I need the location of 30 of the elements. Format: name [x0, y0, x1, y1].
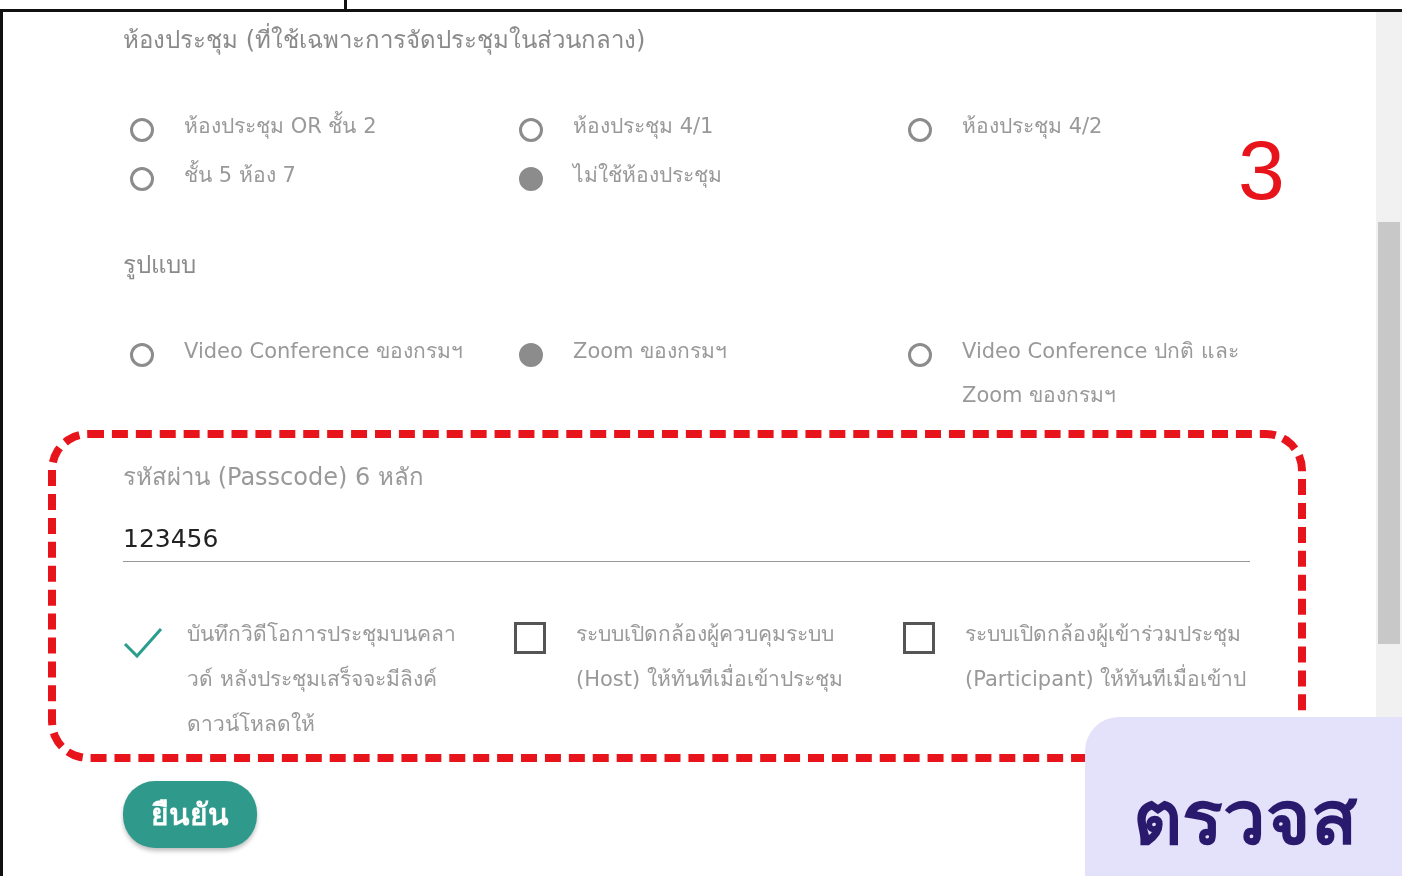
- step-number: 3: [1238, 122, 1285, 219]
- radio-button[interactable]: [519, 118, 543, 142]
- scrollbar[interactable]: [1376, 12, 1402, 717]
- radio-button[interactable]: [519, 167, 543, 191]
- checkbox-label: ระบบเปิดกล้องผู้เข้าร่วมประชุม (Participant) ให้ทันทีเมื่อเข้าป: [965, 621, 1248, 693]
- radio-label: ชั้น 5 ห้อง 7: [184, 153, 474, 197]
- checkbox[interactable]: [903, 622, 935, 654]
- radio-button[interactable]: [130, 118, 154, 142]
- radio-button[interactable]: [908, 343, 932, 367]
- section-title: ห้องประชุม (ที่ใช้เฉพาะการจัดประชุมในส่วนกลาง): [123, 12, 1376, 68]
- radio-button[interactable]: [130, 343, 154, 367]
- radio-label: Zoom ของกรมฯ: [573, 338, 729, 365]
- checkbox-label: บันทึกวิดีโอการประชุมบนคลาวด์ หลังประชุมเสร็จจะมีลิงค์ดาวน์โหลดให้: [187, 621, 457, 738]
- radio-label: ห้องประชุม 4/1: [573, 113, 715, 141]
- radio-button[interactable]: [130, 167, 154, 191]
- radio-label: ห้องประชุม 4/2: [962, 113, 1104, 141]
- overlay-caption: ตรวจส: [1085, 717, 1402, 876]
- radio-label: Video Conference ปกติ และ Zoom ของกรมฯ: [962, 338, 1240, 409]
- radio-button[interactable]: [519, 343, 543, 367]
- scrollbar-thumb[interactable]: [1378, 222, 1400, 644]
- passcode-field[interactable]: 123456: [123, 513, 1250, 562]
- checkbox-label: ระบบเปิดกล้องผู้ควบคุมระบบ (Host) ให้ทันทีเมื่อเข้าประชุม: [576, 621, 844, 694]
- radio-label: ห้องประชุม OR ชั้น 2: [184, 104, 474, 148]
- section-title: รูปแบบ: [123, 250, 197, 282]
- checkbox[interactable]: [514, 622, 546, 654]
- radio-button[interactable]: [908, 118, 932, 142]
- radio-label: Video Conference ของกรมฯ: [184, 338, 465, 365]
- checkmark-icon[interactable]: [123, 626, 163, 660]
- radio-label: ไม่ใช้ห้องประชุม: [573, 162, 723, 190]
- field-label: รหัสผ่าน (Passcode) 6 หลัก: [123, 462, 425, 493]
